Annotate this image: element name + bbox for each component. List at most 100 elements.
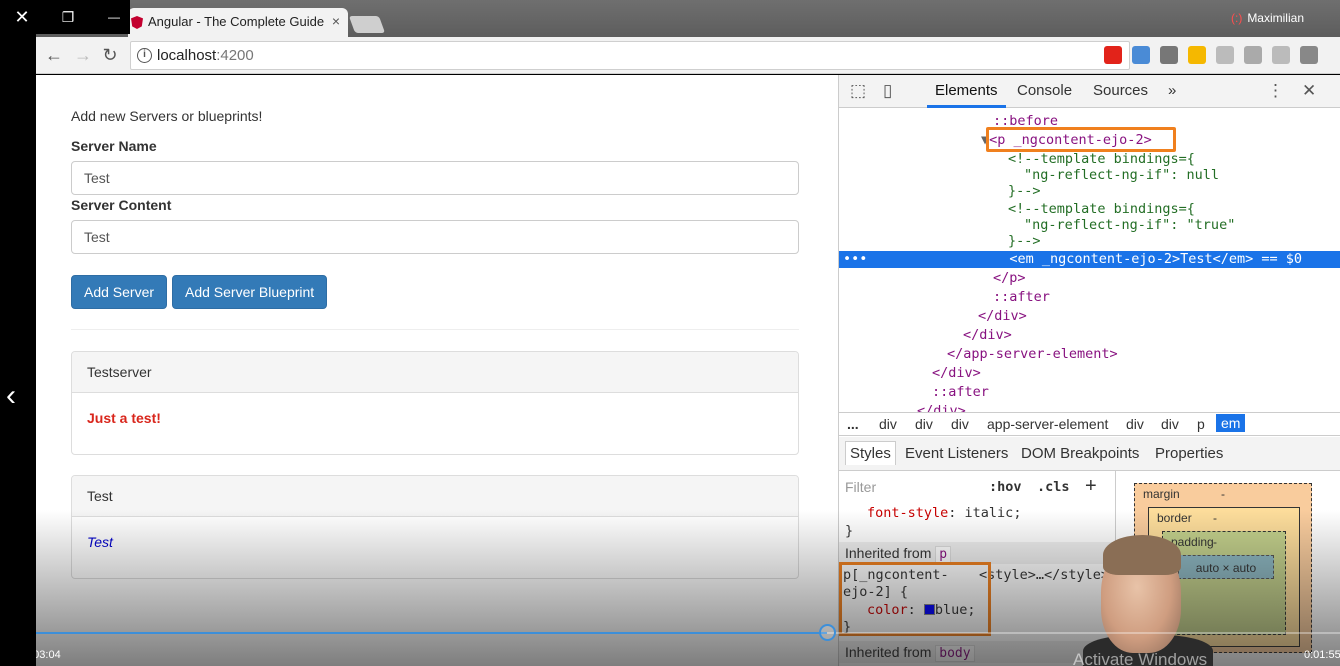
- video-progress-bar[interactable]: [24, 624, 1340, 641]
- styles-filter-input[interactable]: Filter: [845, 479, 876, 495]
- breadcrumb-item[interactable]: div: [1161, 416, 1179, 432]
- tab-event-listeners[interactable]: Event Listeners: [905, 445, 1008, 462]
- server-content-label: Server Content: [71, 197, 172, 213]
- screen: Angular - The Complete Guide × (:) Maximi…: [0, 0, 1340, 666]
- tab-properties[interactable]: Properties: [1155, 445, 1223, 462]
- highlight-box: [986, 127, 1176, 152]
- devtools-close-icon[interactable]: ✕: [1302, 81, 1316, 101]
- breadcrumb-item[interactable]: div: [1126, 416, 1144, 432]
- dom-line[interactable]: "ng-reflect-ng-if": null: [1024, 167, 1219, 183]
- jb-icon[interactable]: [1160, 46, 1178, 64]
- dom-line[interactable]: </app-server-element>: [947, 346, 1118, 362]
- dom-line[interactable]: ::after: [932, 384, 989, 400]
- inherited-element[interactable]: p: [935, 546, 952, 563]
- dom-tree[interactable]: ::before ▼<p _ngcontent-ejo-2> <!--templ…: [839, 109, 1340, 412]
- breadcrumb-item[interactable]: ...: [847, 416, 859, 432]
- tab-sources[interactable]: Sources: [1093, 82, 1148, 99]
- dom-line[interactable]: </p>: [993, 270, 1026, 286]
- cls-toggle[interactable]: .cls: [1037, 479, 1070, 495]
- dom-line[interactable]: }-->: [1008, 183, 1041, 199]
- breadcrumb-item[interactable]: div: [951, 416, 969, 432]
- puzzle-icon[interactable]: [1272, 46, 1290, 64]
- player-restore-icon[interactable]: ❐: [56, 6, 80, 28]
- opera-icon[interactable]: [1104, 46, 1122, 64]
- devtools-panel: ⬚ ▯ Elements Console Sources » ⋮ ✕ ::bef…: [838, 75, 1340, 666]
- css-property[interactable]: font-style: [867, 505, 948, 521]
- grid-icon[interactable]: [1216, 46, 1234, 64]
- url-host: localhost: [157, 47, 217, 64]
- profile-name: Maximilian: [1247, 11, 1304, 25]
- panel-heading: Testserver: [72, 352, 798, 393]
- angular-favicon-icon: [131, 16, 143, 29]
- server-panel: Testserver Just a test!: [71, 351, 799, 455]
- dom-line[interactable]: </div>: [978, 308, 1027, 324]
- pacman-icon[interactable]: [1188, 46, 1206, 64]
- server-name-input[interactable]: Test: [71, 161, 799, 195]
- devtools-tabbar: ⬚ ▯ Elements Console Sources » ⋮ ✕: [839, 75, 1340, 108]
- tab-close-icon[interactable]: ×: [332, 13, 340, 29]
- breadcrumb-item-active[interactable]: em: [1216, 414, 1246, 432]
- dom-line[interactable]: </div>: [963, 327, 1012, 343]
- web-page: Add new Servers or blueprints! Server Na…: [36, 75, 838, 666]
- dom-line[interactable]: <!--template bindings={: [1008, 201, 1195, 217]
- vue-icon[interactable]: [1244, 46, 1262, 64]
- box-margin-label: margin: [1143, 487, 1180, 501]
- dom-line[interactable]: "ng-reflect-ng-if": "true": [1024, 217, 1235, 233]
- new-style-rule-button[interactable]: +: [1085, 475, 1097, 498]
- tab-styles[interactable]: Styles: [845, 441, 896, 465]
- css-value[interactable]: italic;: [965, 505, 1022, 521]
- tab-more[interactable]: »: [1168, 82, 1176, 99]
- forward-button[interactable]: →: [72, 44, 94, 66]
- breadcrumb-item[interactable]: app-server-element: [987, 416, 1108, 432]
- dom-line: <em _ngcontent-ejo-2>Test</em> == $0: [1009, 251, 1302, 267]
- dom-line[interactable]: <!--template bindings={: [1008, 151, 1195, 167]
- kebab-menu-icon[interactable]: ⋮: [1267, 81, 1284, 101]
- address-bar[interactable]: i localhost:4200 ☆: [130, 41, 1130, 70]
- player-left-bar: ‹: [0, 34, 36, 666]
- source-link[interactable]: <style>…</style>: [979, 567, 1109, 583]
- selected-dom-node[interactable]: ••• <em _ngcontent-ejo-2>Test</em> == $0: [839, 251, 1340, 268]
- browser-tab[interactable]: Angular - The Complete Guide ×: [128, 8, 348, 37]
- dom-line[interactable]: </div>: [932, 365, 981, 381]
- page-heading: Add new Servers or blueprints!: [71, 108, 263, 124]
- eyedropper-icon[interactable]: [1132, 46, 1150, 64]
- menu-icon[interactable]: [1300, 46, 1318, 64]
- inherited-label: Inherited from: [845, 545, 932, 561]
- browser-tab-strip: Angular - The Complete Guide × (:) Maximi…: [0, 0, 1340, 37]
- dom-line[interactable]: }-->: [1008, 233, 1041, 249]
- panel-content: Test: [87, 534, 113, 550]
- player-window-controls: ✕ ❐ —: [0, 0, 130, 34]
- browser-toolbar: ← → ↻ i localhost:4200 ☆: [36, 37, 1340, 74]
- panel-heading: Test: [72, 476, 798, 517]
- new-tab-button[interactable]: [348, 16, 386, 33]
- breadcrumb-item[interactable]: div: [879, 416, 897, 432]
- dom-line[interactable]: ::after: [993, 289, 1050, 305]
- dom-line[interactable]: </div>: [917, 403, 966, 412]
- previous-video-icon[interactable]: ‹: [6, 379, 16, 413]
- tab-console[interactable]: Console: [1017, 82, 1072, 99]
- breadcrumb-item[interactable]: p: [1197, 416, 1205, 432]
- styles-tabbar: Styles Event Listeners DOM Breakpoints P…: [839, 437, 1340, 471]
- inherited-element[interactable]: body: [935, 645, 975, 662]
- activate-windows-watermark: Activate Windows: [1073, 650, 1208, 666]
- player-close-icon[interactable]: ✕: [10, 6, 34, 28]
- profile-button[interactable]: (:) Maximilian: [1231, 11, 1304, 25]
- add-server-blueprint-button[interactable]: Add Server Blueprint: [172, 275, 328, 309]
- breadcrumb-item[interactable]: div: [915, 416, 933, 432]
- hov-toggle[interactable]: :hov: [989, 479, 1022, 495]
- tab-dom-breakpoints[interactable]: DOM Breakpoints: [1021, 445, 1139, 462]
- info-icon[interactable]: i: [137, 48, 152, 63]
- add-server-button[interactable]: Add Server: [71, 275, 168, 309]
- back-button[interactable]: ←: [43, 44, 65, 66]
- box-border-label: border: [1157, 511, 1192, 525]
- breadcrumb: ... div div div app-server-element div d…: [839, 412, 1340, 436]
- reload-button[interactable]: ↻: [99, 44, 121, 66]
- inspect-element-icon[interactable]: ⬚: [850, 81, 866, 101]
- box-value: -: [1213, 511, 1217, 525]
- player-minimize-icon[interactable]: —: [102, 6, 126, 28]
- device-toolbar-icon[interactable]: ▯: [883, 81, 892, 101]
- server-content-input[interactable]: Test: [71, 220, 799, 254]
- panel-body: Test: [72, 517, 798, 578]
- tab-elements[interactable]: Elements: [927, 82, 1006, 108]
- progress-knob[interactable]: [818, 624, 836, 641]
